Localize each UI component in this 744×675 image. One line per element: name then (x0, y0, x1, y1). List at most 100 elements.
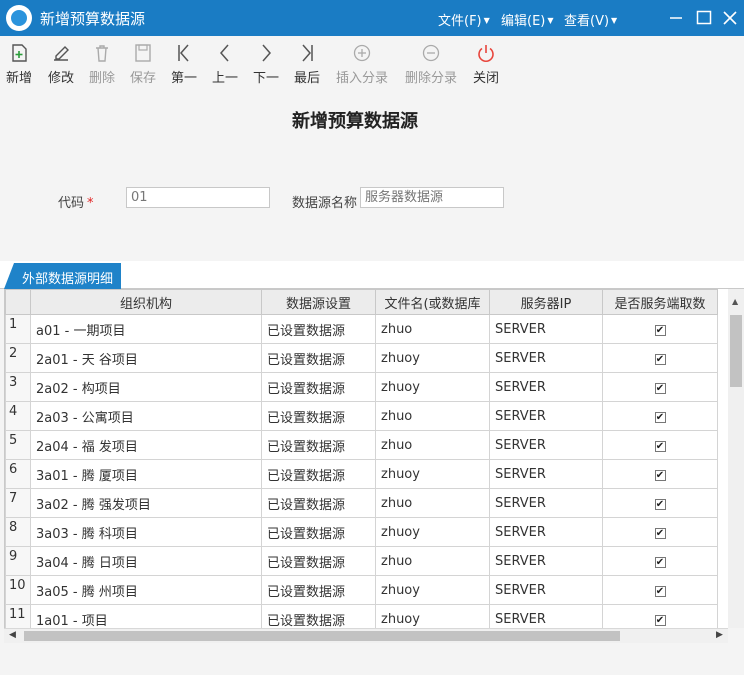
org-cell[interactable]: 3a02 - 腾 强发项目 (30, 488, 262, 518)
menu-file[interactable]: 文件(F) ▼ (438, 10, 490, 29)
file-cell[interactable]: zhuoy (375, 372, 490, 402)
org-cell[interactable]: a01 - 一期项目 (30, 314, 262, 344)
file-cell[interactable]: zhuoy (375, 575, 490, 605)
prev-button[interactable]: 上一 (203, 42, 247, 86)
table-row[interactable]: 7 3a02 - 腾 强发项目 已设置数据源 zhuo SERVER ✔ (5, 488, 718, 518)
setting-cell[interactable]: 已设置数据源 (261, 343, 376, 373)
delete-button[interactable]: 删除 (80, 42, 124, 86)
table-row[interactable]: 11 1a01 - 项目 已设置数据源 zhuoy SERVER ✔ (5, 604, 718, 628)
first-button[interactable]: 第一 (162, 42, 206, 86)
source-name-input[interactable] (360, 187, 504, 208)
org-cell[interactable]: 2a02 - 构项目 (30, 372, 262, 402)
file-cell[interactable]: zhuoy (375, 343, 490, 373)
server-fetch-checkbox[interactable]: ✔ (654, 556, 666, 568)
file-cell[interactable]: zhuo (375, 488, 490, 518)
ip-cell[interactable]: SERVER (489, 459, 603, 489)
table-row[interactable]: 2 2a01 - 天 谷项目 已设置数据源 zhuoy SERVER ✔ (5, 343, 718, 373)
file-cell[interactable]: zhuo (375, 546, 490, 576)
server-fetch-checkbox[interactable]: ✔ (654, 527, 666, 539)
file-cell[interactable]: zhuoy (375, 517, 490, 547)
server-fetch-cell[interactable]: ✔ (602, 314, 718, 344)
maximize-button[interactable] (694, 8, 714, 28)
org-cell[interactable]: 3a01 - 腾 厦项目 (30, 459, 262, 489)
file-cell[interactable]: zhuo (375, 314, 490, 344)
setting-cell[interactable]: 已设置数据源 (261, 459, 376, 489)
close-button[interactable]: 关闭 (464, 42, 508, 86)
add-button[interactable]: 新增 (0, 42, 41, 86)
server-fetch-cell[interactable]: ✔ (602, 372, 718, 402)
server-fetch-checkbox[interactable]: ✔ (654, 469, 666, 481)
delete-entry-button[interactable]: 删除分录 (403, 42, 459, 86)
setting-cell[interactable]: 已设置数据源 (261, 517, 376, 547)
setting-cell[interactable]: 已设置数据源 (261, 430, 376, 460)
col-server-fetch-header[interactable]: 是否服务端取数 (602, 289, 718, 315)
ip-cell[interactable]: SERVER (489, 372, 603, 402)
org-cell[interactable]: 1a01 - 项目 (30, 604, 262, 628)
org-cell[interactable]: 3a04 - 腾 日项目 (30, 546, 262, 576)
setting-cell[interactable]: 已设置数据源 (261, 546, 376, 576)
server-fetch-checkbox[interactable]: ✔ (654, 411, 666, 423)
server-fetch-checkbox[interactable]: ✔ (654, 614, 666, 626)
table-row[interactable]: 9 3a04 - 腾 日项目 已设置数据源 zhuo SERVER ✔ (5, 546, 718, 576)
table-row[interactable]: 10 3a05 - 腾 州项目 已设置数据源 zhuoy SERVER ✔ (5, 575, 718, 605)
horizontal-scrollbar[interactable]: ◀ ▶ (4, 628, 728, 643)
ip-cell[interactable]: SERVER (489, 343, 603, 373)
file-cell[interactable]: zhuo (375, 430, 490, 460)
server-fetch-cell[interactable]: ✔ (602, 401, 718, 431)
ip-cell[interactable]: SERVER (489, 575, 603, 605)
table-row[interactable]: 6 3a01 - 腾 厦项目 已设置数据源 zhuoy SERVER ✔ (5, 459, 718, 489)
org-cell[interactable]: 3a03 - 腾 科项目 (30, 517, 262, 547)
server-fetch-cell[interactable]: ✔ (602, 575, 718, 605)
setting-cell[interactable]: 已设置数据源 (261, 488, 376, 518)
close-window-button[interactable] (720, 8, 740, 28)
server-fetch-checkbox[interactable]: ✔ (654, 440, 666, 452)
setting-cell[interactable]: 已设置数据源 (261, 314, 376, 344)
org-cell[interactable]: 2a03 - 公寓项目 (30, 401, 262, 431)
col-ip-header[interactable]: 服务器IP (489, 289, 603, 315)
server-fetch-checkbox[interactable]: ✔ (654, 498, 666, 510)
server-fetch-cell[interactable]: ✔ (602, 459, 718, 489)
table-row[interactable]: 1 a01 - 一期项目 已设置数据源 zhuo SERVER ✔ (5, 314, 718, 344)
table-row[interactable]: 3 2a02 - 构项目 已设置数据源 zhuoy SERVER ✔ (5, 372, 718, 402)
server-fetch-checkbox[interactable]: ✔ (654, 324, 666, 336)
file-cell[interactable]: zhuoy (375, 459, 490, 489)
server-fetch-checkbox[interactable]: ✔ (654, 585, 666, 597)
ip-cell[interactable]: SERVER (489, 488, 603, 518)
server-fetch-cell[interactable]: ✔ (602, 546, 718, 576)
ip-cell[interactable]: SERVER (489, 517, 603, 547)
setting-cell[interactable]: 已设置数据源 (261, 575, 376, 605)
server-fetch-cell[interactable]: ✔ (602, 604, 718, 628)
vertical-scrollbar[interactable]: ▲ (728, 289, 744, 628)
server-fetch-checkbox[interactable]: ✔ (654, 353, 666, 365)
org-cell[interactable]: 2a01 - 天 谷项目 (30, 343, 262, 373)
setting-cell[interactable]: 已设置数据源 (261, 401, 376, 431)
scroll-up-icon[interactable]: ▲ (732, 297, 738, 306)
setting-cell[interactable]: 已设置数据源 (261, 372, 376, 402)
scroll-left-icon[interactable]: ◀ (9, 630, 16, 640)
server-fetch-cell[interactable]: ✔ (602, 517, 718, 547)
org-cell[interactable]: 2a04 - 福 发项目 (30, 430, 262, 460)
ip-cell[interactable]: SERVER (489, 604, 603, 628)
scroll-right-icon[interactable]: ▶ (716, 630, 723, 640)
col-file-header[interactable]: 文件名(或数据库 (375, 289, 490, 315)
table-row[interactable]: 8 3a03 - 腾 科项目 已设置数据源 zhuoy SERVER ✔ (5, 517, 718, 547)
ip-cell[interactable]: SERVER (489, 401, 603, 431)
insert-entry-button[interactable]: 插入分录 (334, 42, 390, 86)
next-button[interactable]: 下一 (244, 42, 288, 86)
server-fetch-cell[interactable]: ✔ (602, 488, 718, 518)
ip-cell[interactable]: SERVER (489, 314, 603, 344)
col-setting-header[interactable]: 数据源设置 (261, 289, 376, 315)
edit-button[interactable]: 修改 (39, 42, 83, 86)
col-org-header[interactable]: 组织机构 (30, 289, 262, 315)
menu-edit[interactable]: 编辑(E) ▼ (501, 10, 554, 29)
table-row[interactable]: 4 2a03 - 公寓项目 已设置数据源 zhuo SERVER ✔ (5, 401, 718, 431)
horizontal-scroll-thumb[interactable] (24, 631, 620, 641)
last-button[interactable]: 最后 (285, 42, 329, 86)
menu-view[interactable]: 查看(V) ▼ (564, 10, 617, 29)
code-input[interactable] (126, 187, 270, 208)
server-fetch-cell[interactable]: ✔ (602, 430, 718, 460)
server-fetch-cell[interactable]: ✔ (602, 343, 718, 373)
table-row[interactable]: 5 2a04 - 福 发项目 已设置数据源 zhuo SERVER ✔ (5, 430, 718, 460)
tab-external-source-detail[interactable]: 外部数据源明细 (4, 263, 122, 289)
org-cell[interactable]: 3a05 - 腾 州项目 (30, 575, 262, 605)
